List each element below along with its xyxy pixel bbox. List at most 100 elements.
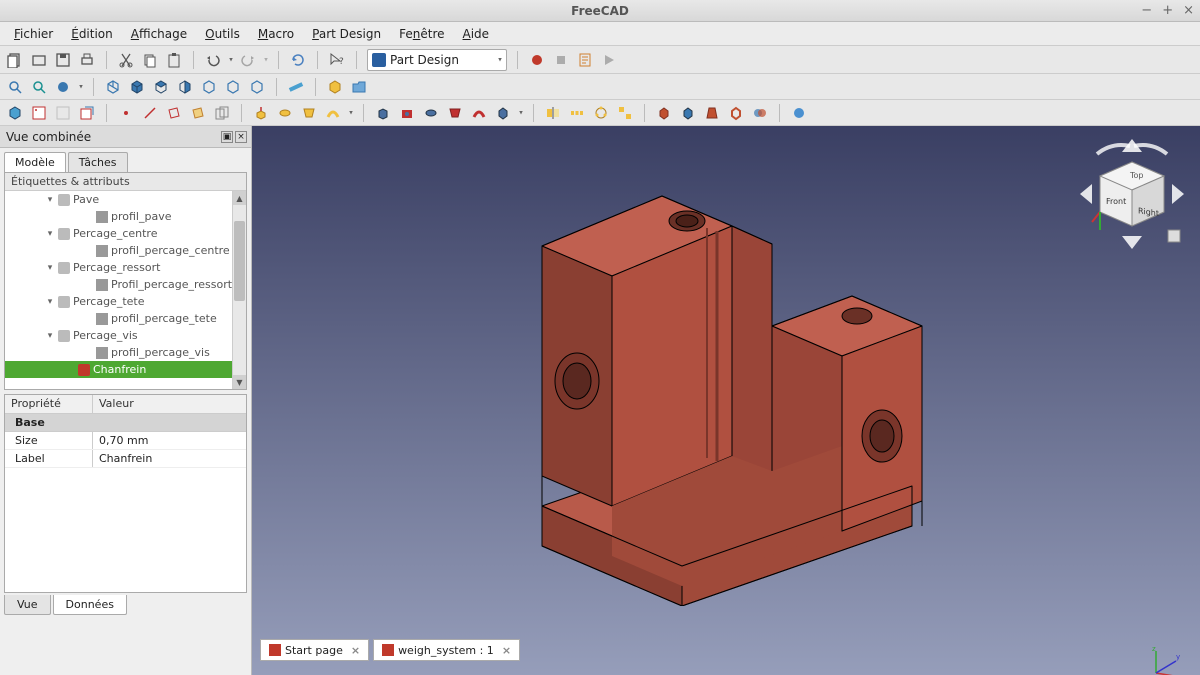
minimize-button[interactable]: − xyxy=(1141,3,1152,18)
group-icon[interactable] xyxy=(350,78,368,96)
maximize-button[interactable]: + xyxy=(1162,3,1173,18)
menu-edit[interactable]: Édition xyxy=(63,25,121,43)
tab-model[interactable]: Modèle xyxy=(4,152,66,172)
front-view-icon[interactable] xyxy=(128,78,146,96)
pad-icon[interactable] xyxy=(252,104,270,122)
record-macro-icon[interactable] xyxy=(528,51,546,69)
tree-item[interactable]: ▾Pave xyxy=(5,191,246,208)
pocket-icon[interactable] xyxy=(374,104,392,122)
thickness-icon[interactable] xyxy=(727,104,745,122)
measure-icon[interactable] xyxy=(287,78,305,96)
sub-prim-icon[interactable] xyxy=(494,104,512,122)
tree-item[interactable]: profil_percage_centre xyxy=(5,242,246,259)
copy-icon[interactable] xyxy=(141,51,159,69)
tab-view[interactable]: Vue xyxy=(4,595,51,615)
doctab-weigh-system[interactable]: weigh_system : 1 × xyxy=(373,639,520,661)
3d-viewport[interactable]: Top Front Right z x y xyxy=(252,126,1200,675)
right-view-icon[interactable] xyxy=(176,78,194,96)
linear-pattern-icon[interactable] xyxy=(568,104,586,122)
shape-binder-icon[interactable] xyxy=(189,104,207,122)
redo-icon[interactable] xyxy=(239,51,257,69)
close-panel-icon[interactable]: × xyxy=(235,131,247,143)
nav-cube[interactable]: Top Front Right xyxy=(1072,134,1192,254)
part-icon[interactable] xyxy=(326,78,344,96)
refresh-icon[interactable] xyxy=(289,51,307,69)
chamfer-icon[interactable] xyxy=(679,104,697,122)
iso-view-icon[interactable] xyxy=(104,78,122,96)
dropdown-icon[interactable] xyxy=(519,111,523,115)
left-view-icon[interactable] xyxy=(248,78,266,96)
migrate-icon[interactable] xyxy=(790,104,808,122)
sub-loft-icon[interactable] xyxy=(446,104,464,122)
groove-icon[interactable] xyxy=(422,104,440,122)
close-tab-icon[interactable]: × xyxy=(351,644,360,657)
new-sketch-icon[interactable] xyxy=(30,104,48,122)
prop-value[interactable]: 0,70 mm xyxy=(93,432,154,449)
tab-data[interactable]: Données xyxy=(53,595,127,615)
print-icon[interactable] xyxy=(78,51,96,69)
bottom-view-icon[interactable] xyxy=(224,78,242,96)
pipe-icon[interactable] xyxy=(324,104,342,122)
loft-icon[interactable] xyxy=(300,104,318,122)
run-macro-icon[interactable] xyxy=(600,51,618,69)
map-sketch-icon[interactable] xyxy=(78,104,96,122)
datum-point-icon[interactable] xyxy=(117,104,135,122)
menu-window[interactable]: Fenêtre xyxy=(391,25,452,43)
tree-item[interactable]: profil_percage_vis xyxy=(5,344,246,361)
mirror-icon[interactable] xyxy=(544,104,562,122)
draft-icon[interactable] xyxy=(703,104,721,122)
stop-macro-icon[interactable] xyxy=(552,51,570,69)
macros-icon[interactable] xyxy=(576,51,594,69)
edit-sketch-icon[interactable] xyxy=(54,104,72,122)
top-view-icon[interactable] xyxy=(152,78,170,96)
close-tab-icon[interactable]: × xyxy=(502,644,511,657)
tree-scrollbar[interactable]: ▲ ▼ xyxy=(232,191,246,389)
polar-pattern-icon[interactable] xyxy=(592,104,610,122)
tree-item[interactable]: ▾Percage_ressort xyxy=(5,259,246,276)
undo-icon[interactable] xyxy=(204,51,222,69)
menu-partdesign[interactable]: Part Design xyxy=(304,25,389,43)
multi-transform-icon[interactable] xyxy=(616,104,634,122)
tree-item[interactable]: ▾Percage_tete xyxy=(5,293,246,310)
menu-view[interactable]: Affichage xyxy=(123,25,195,43)
body-icon[interactable] xyxy=(6,104,24,122)
dropdown-icon[interactable] xyxy=(229,58,233,62)
hole-icon[interactable] xyxy=(398,104,416,122)
tab-tasks[interactable]: Tâches xyxy=(68,152,128,172)
revolution-icon[interactable] xyxy=(276,104,294,122)
tree-item[interactable]: Chanfrein xyxy=(5,361,246,378)
tree-item[interactable]: ▾Percage_centre xyxy=(5,225,246,242)
dropdown-icon[interactable] xyxy=(264,58,268,62)
new-doc-icon[interactable] xyxy=(6,51,24,69)
fit-all-icon[interactable] xyxy=(6,78,24,96)
whatsthis-icon[interactable]: ? xyxy=(328,51,346,69)
menu-tools[interactable]: Outils xyxy=(197,25,248,43)
dropdown-icon[interactable] xyxy=(79,85,83,89)
save-icon[interactable] xyxy=(54,51,72,69)
prop-value[interactable]: Chanfrein xyxy=(93,450,158,467)
paste-icon[interactable] xyxy=(165,51,183,69)
draw-style-icon[interactable] xyxy=(54,78,72,96)
detach-panel-icon[interactable]: ▣ xyxy=(221,131,233,143)
tree-item[interactable]: ▾Percage_vis xyxy=(5,327,246,344)
clone-icon[interactable] xyxy=(213,104,231,122)
tree-item[interactable]: profil_pave xyxy=(5,208,246,225)
datum-plane-icon[interactable] xyxy=(165,104,183,122)
menu-help[interactable]: Aide xyxy=(455,25,498,43)
doctab-startpage[interactable]: Start page × xyxy=(260,639,369,661)
menu-macro[interactable]: Macro xyxy=(250,25,302,43)
property-row[interactable]: LabelChanfrein xyxy=(5,450,246,468)
rear-view-icon[interactable] xyxy=(200,78,218,96)
cut-icon[interactable] xyxy=(117,51,135,69)
fit-selection-icon[interactable] xyxy=(30,78,48,96)
boolean-icon[interactable] xyxy=(751,104,769,122)
workbench-select[interactable]: Part Design xyxy=(367,49,507,71)
sub-pipe-icon[interactable] xyxy=(470,104,488,122)
open-icon[interactable] xyxy=(30,51,48,69)
fillet-icon[interactable] xyxy=(655,104,673,122)
tree-item[interactable]: Profil_percage_ressort xyxy=(5,276,246,293)
close-button[interactable]: × xyxy=(1183,3,1194,18)
property-row[interactable]: Size0,70 mm xyxy=(5,432,246,450)
dropdown-icon[interactable] xyxy=(349,111,353,115)
datum-line-icon[interactable] xyxy=(141,104,159,122)
